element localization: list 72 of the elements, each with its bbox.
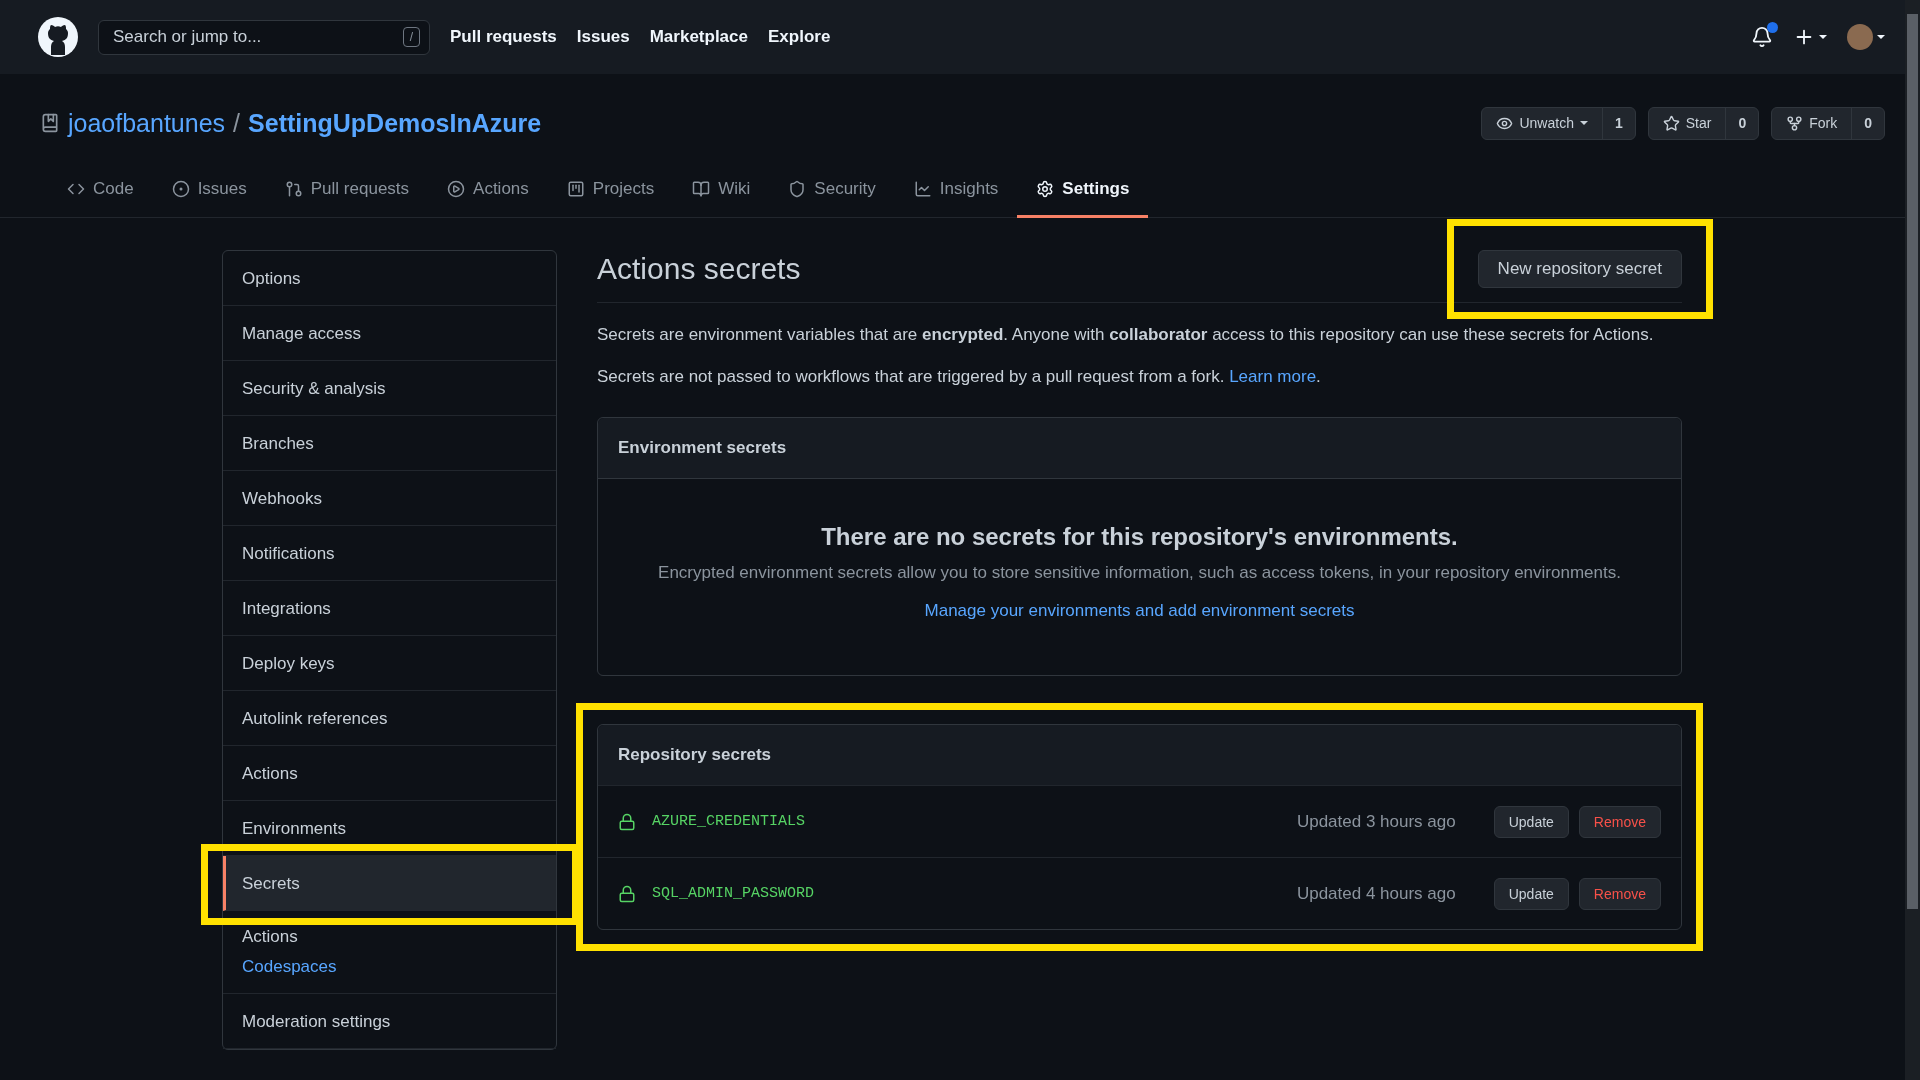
intro-text: Secrets are environment variables that are encrypted. Anyone with collaborator access to this repository can use these secrets for Actions. [597, 325, 1655, 345]
sidebar-item[interactable]: Options [223, 251, 556, 306]
empty-title: There are no secrets for this repository's environments. [821, 523, 1458, 551]
star-icon [1662, 114, 1680, 132]
book-icon [692, 180, 711, 198]
update-button[interactable]: Update [1493, 877, 1569, 910]
owner-link[interactable]: joaofbantunes [68, 108, 226, 138]
repo-tab[interactable]: Code [48, 179, 153, 218]
panel-title: Repository secrets [618, 745, 772, 764]
updated-time: Updated 4 hours ago [1296, 883, 1456, 904]
sidebar-item[interactable]: Moderation settings [223, 994, 556, 1049]
repo-name-link[interactable]: SettingUpDemosInAzure [248, 108, 542, 138]
graph-icon [913, 180, 932, 198]
sidebar-item[interactable]: Actions [223, 746, 556, 801]
sidebar-item[interactable]: Integrations [223, 581, 556, 636]
secret-name: SQL_ADMIN_PASSWORD [652, 885, 815, 902]
notification-bell-icon[interactable] [1751, 26, 1773, 48]
repo-tab[interactable]: Security [769, 179, 895, 218]
sidebar-item[interactable]: Manage access [223, 306, 556, 361]
secret-name: AZURE_CREDENTIALS [652, 813, 806, 830]
repo-tab[interactable]: Insights [894, 179, 1018, 218]
sidebar-item[interactable]: Notifications [223, 526, 556, 581]
repo-icon [40, 113, 60, 133]
nav-link[interactable]: Pull requests [450, 27, 557, 47]
new-secret-button[interactable]: New repository secret [1477, 250, 1682, 288]
sidebar-item[interactable]: Secrets [223, 856, 556, 911]
avatar-menu-icon[interactable] [1847, 24, 1885, 50]
panel-title: Environment secrets [618, 438, 787, 457]
repo-action-button[interactable]: Unwatch 1 [1481, 106, 1636, 140]
gear-icon [1036, 180, 1055, 198]
action-count: 0 [1851, 107, 1884, 139]
lock-icon [618, 884, 636, 903]
play-icon [447, 180, 466, 198]
notice-text: Secrets are not passed to workflows that are triggered by a pull request from a fork. Learn more. [597, 367, 1322, 387]
repo-tab[interactable]: Settings [1017, 179, 1149, 218]
updated-time: Updated 3 hours ago [1296, 811, 1456, 832]
remove-button[interactable]: Remove [1578, 805, 1661, 838]
sidebar-item[interactable]: Webhooks [223, 471, 556, 526]
shield-icon [788, 180, 807, 198]
action-count: 0 [1725, 107, 1759, 139]
nav-link[interactable]: Issues [576, 27, 630, 47]
update-button[interactable]: Update [1493, 805, 1569, 838]
shortcut-key: / [402, 26, 420, 47]
pull-request-icon [284, 180, 303, 198]
fork-icon [1786, 114, 1804, 132]
sidebar-subitem[interactable]: Actions [242, 927, 556, 947]
repo-tab[interactable]: Pull requests [265, 179, 429, 218]
lock-icon [618, 812, 636, 831]
action-count: 1 [1601, 107, 1635, 139]
manage-environments-link[interactable]: Manage your environments and add environment secrets [924, 601, 1355, 621]
repo-action-button[interactable]: Fork 0 [1771, 106, 1885, 140]
remove-button[interactable]: Remove [1578, 877, 1661, 910]
repo-action-button[interactable]: Star 0 [1647, 106, 1760, 140]
repo-tab[interactable]: Projects [547, 179, 674, 218]
sidebar-item[interactable]: Security & analysis [223, 361, 556, 416]
github-logo-icon[interactable] [38, 17, 78, 57]
sidebar-subitem[interactable]: Codespaces [242, 957, 556, 977]
sidebar-item[interactable]: Branches [223, 416, 556, 471]
repo-tab[interactable]: Issues [152, 179, 266, 218]
empty-text: Encrypted environment secrets allow you to store sensitive information, such as access tokens, in your repository environments. [658, 563, 1621, 583]
scrollbar[interactable] [1905, 0, 1920, 1080]
issue-icon [171, 180, 190, 198]
repo-tab[interactable]: Actions [428, 179, 548, 218]
nav-link[interactable]: Marketplace [649, 27, 748, 47]
sidebar-item[interactable]: Autolink references [223, 691, 556, 746]
nav-link[interactable]: Explore [768, 27, 831, 47]
repo-tab[interactable]: Wiki [673, 179, 770, 218]
sidebar-item[interactable]: Deploy keys [223, 636, 556, 691]
page-title: Actions secrets [597, 252, 801, 286]
project-board-icon [566, 180, 585, 198]
learn-more-link[interactable]: Learn more [1229, 367, 1317, 386]
path-separator: / [233, 108, 241, 138]
